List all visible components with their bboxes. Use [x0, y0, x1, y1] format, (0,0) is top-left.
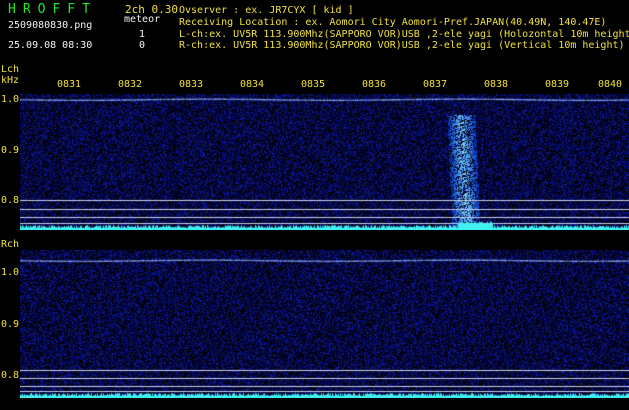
file-name: 2509080830.png — [8, 20, 93, 31]
meteor-count-lch: 1 — [139, 29, 146, 40]
lch-y-tick: 1.0 — [1, 94, 20, 105]
lch-y-tick: 0.8 — [1, 195, 20, 206]
lch-label: Lch — [1, 64, 20, 75]
app-title: HROFFT — [8, 2, 97, 17]
capture-datetime: 25.09.08 08:30 — [8, 40, 93, 51]
meteor-count-rch: 0 — [139, 40, 146, 51]
time-tick: 0839 — [545, 79, 570, 90]
rch-receiver-info: R-ch:ex. UV5R 113.900Mhz(SAPPORO VOR)USB… — [179, 40, 625, 51]
location-info: Receiving Location : ex. Aomori City Aom… — [179, 17, 607, 28]
frequency-unit-label: kHz — [1, 75, 20, 86]
time-tick: 0835 — [301, 79, 326, 90]
time-tick: 0837 — [423, 79, 448, 90]
time-tick: 0833 — [179, 79, 204, 90]
lch-y-tick: 0.9 — [1, 145, 20, 156]
rch-y-tick: 1.0 — [1, 267, 20, 278]
observer-info: Ovserver : ex. JR7CYX [ kid ] — [179, 5, 354, 16]
time-tick: 0832 — [118, 79, 143, 90]
rch-spectrogram-canvas — [20, 250, 629, 398]
time-tick: 0831 — [57, 79, 82, 90]
time-tick: 0834 — [240, 79, 265, 90]
time-tick: 0836 — [362, 79, 387, 90]
time-tick: 0838 — [484, 79, 509, 90]
lch-spectrogram-canvas — [20, 94, 629, 230]
rch-spectrogram — [20, 250, 629, 398]
rch-y-tick: 0.8 — [1, 370, 20, 381]
rch-y-tick: 0.9 — [1, 319, 20, 330]
time-tick: 0840 — [598, 79, 623, 90]
hrofft-window: HROFFT 2ch 0.30 2509080830.png meteor 1 … — [0, 0, 629, 410]
lch-spectrogram — [20, 94, 629, 230]
meteor-label: meteor — [124, 14, 161, 25]
rch-label: Rch — [1, 239, 20, 250]
lch-receiver-info: L-ch:ex. UV5R 113.900Mhz(SAPPORO VOR)USB… — [179, 29, 629, 40]
